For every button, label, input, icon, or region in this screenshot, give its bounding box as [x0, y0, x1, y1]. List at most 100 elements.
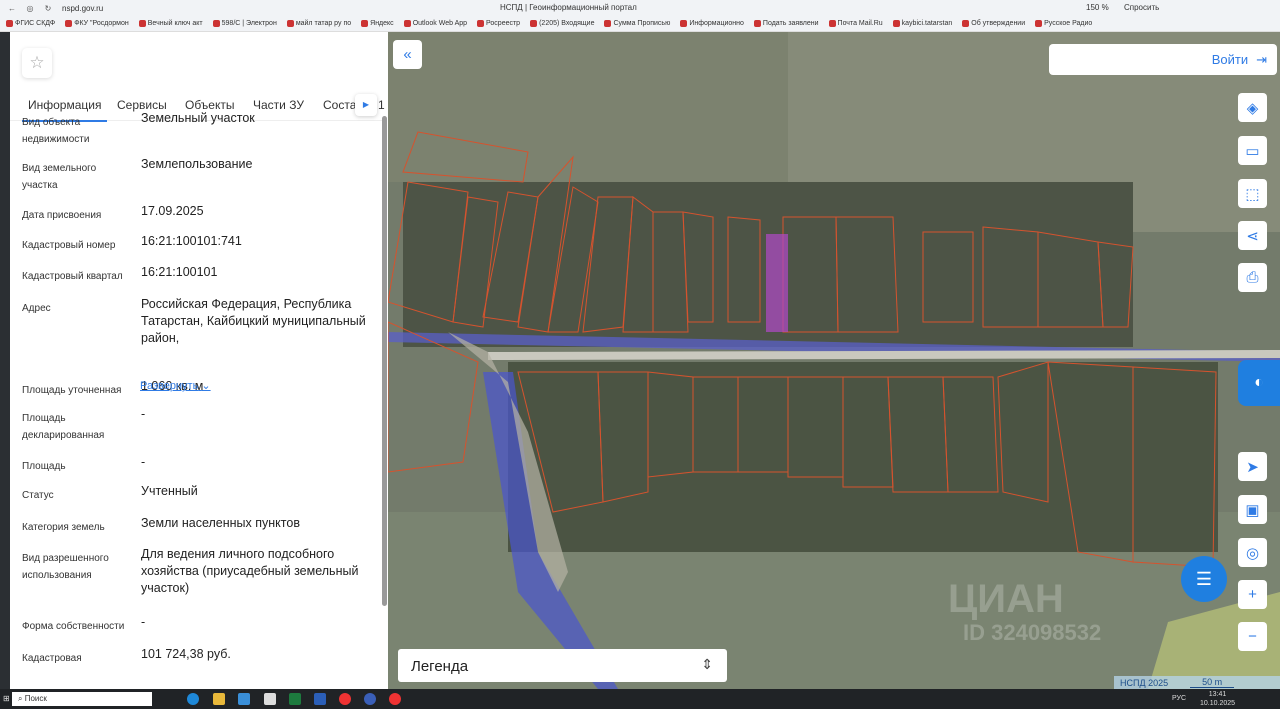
reload-icon[interactable]: ↻ — [42, 4, 54, 13]
explorer-icon[interactable] — [213, 693, 225, 705]
layers-icon[interactable]: ◈ — [1238, 93, 1267, 122]
excel-icon[interactable] — [289, 693, 301, 705]
start-icon[interactable]: ⊞ — [3, 694, 10, 703]
bookmark-icon — [1035, 20, 1043, 27]
bookmark[interactable]: Об утверждении — [962, 20, 1025, 27]
bookmark-icon — [530, 20, 538, 27]
print-icon[interactable]: ⎙ — [1238, 263, 1267, 292]
info-panel: ☆ Информация Сервисы Объекты Части ЗУ Со… — [10, 32, 388, 689]
map[interactable]: ЦИАН ID 324098532 « Войти ⇥ ◈ ▭ ⬚ ⋖ ⎙ ◐ ➤… — [388, 32, 1280, 689]
shield-icon[interactable]: ◎ — [24, 4, 36, 13]
bookmark[interactable]: Вечный ключ акт — [138, 20, 203, 27]
bookmark[interactable]: 598/C | Электрон — [212, 20, 277, 27]
field-label: Форма собственности — [22, 621, 125, 632]
bookmark-icon — [361, 20, 369, 27]
field-label: Категория земель — [22, 522, 105, 533]
watermark-id: ID 324098532 — [963, 620, 1101, 645]
collapse-panel-button[interactable]: « — [393, 40, 422, 69]
field-label: Дата присвоения — [22, 210, 102, 221]
browser-toolbar: ← ◎ ↻ nspd.gov.ru НСПД | Геоинформационн… — [0, 0, 1280, 16]
minimap-icon[interactable]: ▣ — [1238, 495, 1267, 524]
field-value: Российская Федерация, Республика Татарст… — [141, 297, 366, 345]
chevron-updown-icon: ⇕ — [701, 656, 713, 672]
select-area-icon[interactable]: ⬚ — [1238, 179, 1267, 208]
bookmark[interactable]: Русское Радио — [1035, 20, 1092, 27]
bookmark-icon — [286, 20, 294, 27]
taskbar-search[interactable]: ⌕ Поиск — [12, 692, 152, 706]
field-value: - — [141, 407, 146, 421]
bookmark[interactable]: Яндекс — [361, 20, 394, 27]
field-label: Статус — [22, 490, 54, 501]
bookmark-icon — [753, 20, 761, 27]
bookmark[interactable]: ФГИС СКДФ — [6, 20, 55, 27]
login-button[interactable]: Войти ⇥ — [1049, 44, 1277, 75]
bookmark[interactable]: Подать заявлени — [753, 20, 819, 27]
field-value: Земельный участок — [141, 111, 255, 125]
bookmark[interactable]: Почта Mail.Ru — [828, 20, 883, 27]
chat-icon[interactable]: ☰ — [1181, 556, 1227, 602]
bookmark[interactable]: Сумма Прописью — [604, 20, 670, 27]
bookmark[interactable]: Outlook Web App — [403, 20, 467, 27]
yandex-icon[interactable] — [389, 693, 401, 705]
bookmark-icon — [138, 20, 146, 27]
field-label: Кадастровый квартал — [22, 271, 123, 282]
bookmark[interactable]: Информационно — [680, 20, 744, 27]
share-icon[interactable]: ⋖ — [1238, 221, 1267, 250]
favorite-star-icon[interactable]: ☆ — [22, 48, 52, 78]
geolocation-icon[interactable]: ◎ — [1238, 538, 1267, 567]
address-bar[interactable]: nspd.gov.ru — [62, 4, 103, 13]
legend-button[interactable]: Легенда ⇕ — [398, 649, 727, 682]
mail-icon[interactable] — [264, 693, 276, 705]
field-value: 16:21:100101 — [141, 265, 218, 279]
attribution: НСПД 2025 50 m — [1114, 676, 1280, 689]
bookmark-icon — [604, 20, 612, 27]
bookmark-icon — [828, 20, 836, 27]
panel-scrollbar[interactable] — [382, 116, 387, 606]
bookmark[interactable]: kaybici.tatarstan — [892, 20, 952, 27]
edge-icon[interactable] — [187, 693, 199, 705]
bookmark-icon — [65, 20, 73, 27]
bookmark[interactable]: ФКУ "Росдормон — [65, 20, 129, 27]
tab-extra[interactable]: 1 — [378, 98, 385, 112]
field-label: Площадь декларированная — [22, 413, 105, 441]
bookmark[interactable]: (2205) Входящие — [530, 20, 594, 27]
bookmarks-bar: ФГИС СКДФ ФКУ "Росдормон Вечный ключ акт 59… — [0, 16, 1280, 32]
selected-parcel[interactable] — [766, 234, 788, 332]
login-icon: ⇥ — [1256, 51, 1267, 67]
zoom-level[interactable]: 150 % — [1086, 3, 1109, 12]
tab-info[interactable]: Информация — [21, 98, 109, 122]
ask-button[interactable]: Спросить — [1124, 3, 1159, 12]
back-icon[interactable]: ← — [6, 4, 18, 13]
bookmark[interactable]: майл татар ру по — [286, 20, 351, 27]
zoom-out-button[interactable]: − — [1238, 622, 1267, 651]
bookmark-icon — [403, 20, 411, 27]
field-label: Площадь уточненная — [22, 385, 122, 396]
word-icon[interactable] — [314, 693, 326, 705]
field-value: - — [141, 455, 146, 469]
bookmark-icon — [6, 20, 13, 27]
page-title: НСПД | Геоинформационный портал — [500, 3, 637, 12]
field-label: Вид земельного участка — [22, 163, 97, 191]
watermark: ЦИАН — [948, 577, 1064, 621]
scale-bar: 50 m — [1190, 677, 1235, 688]
field-value: Землепользование — [141, 157, 253, 171]
expand-address-link[interactable]: Развернуть ⌄ — [140, 379, 211, 392]
chevron-down-icon: ⌄ — [201, 380, 211, 392]
clock[interactable]: 13:41 10.10.2025 — [1200, 690, 1235, 708]
browser-sidebar — [0, 32, 10, 689]
cadastral-map-icon[interactable]: ◐ — [1238, 360, 1280, 406]
bookmark[interactable]: Росреестр — [477, 20, 520, 27]
field-value: 16:21:100101:741 — [141, 234, 242, 248]
locate-icon[interactable]: ➤ — [1238, 452, 1267, 481]
app-icon[interactable] — [364, 693, 376, 705]
store-icon[interactable] — [238, 693, 250, 705]
language-indicator[interactable]: РУС — [1172, 695, 1186, 702]
bookmark-icon — [962, 20, 970, 27]
field-label: Адрес — [22, 303, 51, 314]
ruler-icon[interactable]: ▭ — [1238, 136, 1267, 165]
zoom-in-button[interactable]: + — [1238, 580, 1267, 609]
field-value: 101 724,38 руб. — [141, 647, 231, 661]
search-icon: ⌕ — [18, 694, 23, 703]
bookmark-icon — [892, 20, 900, 27]
yandex-browser-icon[interactable] — [339, 693, 351, 705]
